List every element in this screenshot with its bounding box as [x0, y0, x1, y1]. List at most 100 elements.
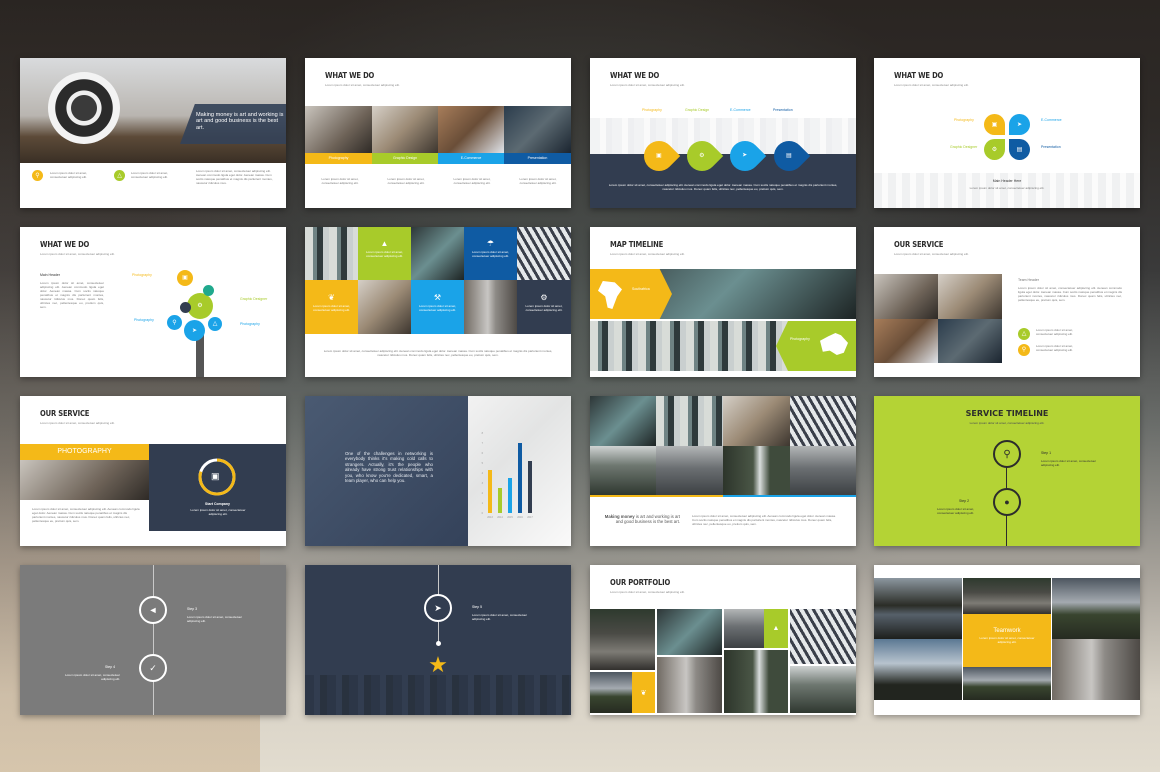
item-text: Lorem ipsum dolor sit amet, consectetuer… [1036, 344, 1074, 352]
tab-label: Photography [328, 156, 349, 160]
tab-text: Lorem ipsum dolor sit amet, consectetuer… [321, 177, 359, 185]
step-label: Step 4 [105, 665, 116, 669]
tile-text: Lorem ipsum dolor sit amet, consectetuer… [365, 250, 403, 258]
gear-icon: ⚙ [540, 293, 548, 302]
leaf-icon: ❦ [632, 672, 655, 713]
tab-e-commerce[interactable]: E-Commerce [438, 153, 504, 164]
slide-6-tile-grid[interactable]: ▲ Lorem ipsum dolor sit amet, consectetue… [305, 227, 571, 377]
tab-text: Lorem ipsum dolor sit amet, consectetuer… [519, 177, 557, 185]
tree-label: Photography [134, 318, 154, 322]
photo-presentation [504, 106, 571, 153]
umbrella-icon: ☂ [486, 239, 495, 248]
photo-photographer [874, 274, 938, 319]
speaker-shape [48, 72, 120, 144]
paper-plane-icon: ➤ [184, 320, 205, 341]
y-tick-label: 2 [482, 492, 484, 495]
slide-1-title-thumbnail[interactable]: Making money is art and working is art a… [20, 58, 286, 208]
photo-designer [372, 106, 438, 153]
step-label: Step 3 [187, 607, 198, 611]
body-text: Lorem ipsum dolor sit amet, consectetuer… [1018, 286, 1122, 302]
service-panel: ▣ Start Company Lorem ipsum dolor sit am… [149, 444, 286, 531]
timeline-end-dot [436, 641, 441, 646]
slide-13-timeline-gray[interactable]: ◄ Step 3 Lorem ipsum dolor sit amet, con… [20, 565, 286, 715]
tab-presentation[interactable]: Presentation [504, 153, 571, 164]
slide-11-photo-collage[interactable]: Making money is art and working is art a… [590, 396, 856, 546]
bar-chart: 0 1 2 3 4 5 6 7 8 2013 2014 2015 2016 2017 [482, 432, 534, 519]
step-text: Lorem ipsum dolor sit amet, consectetuer… [64, 673, 120, 681]
photo-tile [411, 227, 464, 280]
slide-15-our-portfolio[interactable]: OUR PORTFOLIO Lorem ipsum dolor sit amet… [590, 565, 856, 715]
headline-text: Making money is art and working is art a… [196, 112, 284, 131]
y-tick-label: 1 [482, 502, 484, 505]
photo-tile [590, 672, 632, 713]
quote-text: One of the challenges in networking is e… [345, 451, 433, 484]
main-header: Main Header Here [992, 179, 1022, 183]
slide-12-service-timeline[interactable]: SERVICE TIMELINE Lorem ipsum dolor sit a… [874, 396, 1140, 546]
step-label: Step 5 [472, 605, 483, 609]
slide-2-what-we-do-tabs[interactable]: WHAT WE DO Lorem ipsum dolor sit amet, c… [305, 58, 571, 208]
body-text: Lorem ipsum dolor sit amet, consectetuer… [32, 507, 140, 523]
slide-7-map-timeline[interactable]: MAP TIMELINE Lorem ipsum dolor sit amet,… [590, 227, 856, 377]
y-tick-label: 4 [482, 472, 484, 475]
banner-label: PHOTOGRAPHY [57, 448, 112, 455]
slide-9-our-service-photography[interactable]: OUR SERVICE Lorem ipsum dolor sit amet, … [20, 396, 286, 546]
main-header: Main Header [40, 273, 61, 277]
photo-tile [1052, 639, 1140, 700]
photo-designer [938, 274, 1002, 319]
bar-2017 [528, 461, 532, 513]
team-header: Team Header [1018, 278, 1040, 282]
search-icon: ⚲ [1018, 344, 1030, 356]
step-label: Photography [642, 108, 662, 112]
tab-text: Lorem ipsum dolor sit amet, consectetuer… [387, 177, 425, 185]
camera-icon: ▣ [211, 471, 220, 481]
photo-tile [464, 280, 517, 334]
bell-icon: △ [114, 170, 125, 181]
slide-10-quote-chart[interactable]: One of the challenges in networking is e… [305, 396, 571, 546]
bell-icon: △ [208, 317, 222, 331]
tile-umbrella: ☂ Lorem ipsum dolor sit amet, consectetue… [464, 227, 517, 280]
bar-2014 [498, 488, 502, 513]
photo-tile [590, 396, 656, 446]
bar-2013 [488, 470, 492, 513]
wrench-icon: ✓ [139, 654, 167, 682]
slide-5-what-we-do-tree[interactable]: WHAT WE DO Lorem ipsum dolor sit amet, c… [20, 227, 286, 377]
slide-subtitle: Lorem ipsum dolor sit amet, consectetuer… [610, 83, 685, 87]
slide-subtitle: Lorem ipsum dolor sit amet, consectetuer… [969, 421, 1045, 425]
body-text: Lorem ipsum dolor sit amet, consectetuer… [608, 183, 838, 191]
timeline-line [153, 565, 154, 715]
tab-label: Graphic Design [392, 156, 418, 160]
y-tick-label: 8 [482, 432, 484, 435]
photo-tile [305, 227, 358, 280]
x-tick-label: 2013 [487, 516, 493, 519]
gear-icon: ⚙ [984, 139, 1005, 160]
photo-tile [657, 657, 722, 713]
photo-tablet [874, 319, 938, 363]
photo-tile [590, 446, 656, 495]
photo-tile [517, 227, 571, 280]
tab-text: Lorem ipsum dolor sit amet, consectetuer… [453, 177, 491, 185]
step-text: Lorem ipsum dolor sit amet, consectetuer… [1041, 459, 1097, 467]
company-name: Start Company [205, 502, 230, 506]
item-text: Lorem ipsum dolor sit amet, consectetuer… [131, 171, 169, 179]
x-tick-label: 2016 [517, 516, 523, 519]
paper-plane-icon: ➤ [1009, 114, 1030, 135]
photo-tile [963, 667, 1051, 700]
slide-4-what-we-do-petals[interactable]: WHAT WE DO Lorem ipsum dolor sit amet, c… [874, 58, 1140, 208]
tab-photography[interactable]: Photography [305, 153, 372, 164]
x-tick-label: 2017 [527, 516, 533, 519]
slide-8-our-service-grid[interactable]: OUR SERVICE Lorem ipsum dolor sit amet, … [874, 227, 1140, 377]
photo-tile [724, 609, 764, 648]
photo-tile [790, 609, 856, 664]
paper-plane-icon: ➤ [424, 594, 452, 622]
body-text: Lorem ipsum dolor sit amet, consectetuer… [692, 514, 836, 526]
slide-16-teamwork[interactable]: Teamwork Lorem ipsum dolor sit amet, con… [874, 565, 1140, 715]
slide-14-timeline-finish[interactable]: ➤ Step 5 Lorem ipsum dolor sit amet, con… [305, 565, 571, 715]
tab-graphic-design[interactable]: Graphic Design [372, 153, 438, 164]
slide-subtitle: Lorem ipsum dolor sit amet, consectetuer… [40, 252, 115, 256]
slide-3-what-we-do-pins[interactable]: WHAT WE DO Lorem ipsum dolor sit amet, c… [590, 58, 856, 208]
teamwork-panel: Teamwork Lorem ipsum dolor sit amet, con… [963, 614, 1051, 667]
camera-icon: ▣ [984, 114, 1005, 135]
photo-tile [656, 446, 723, 495]
slide-title: WHAT WE DO [40, 240, 90, 249]
company-text: Lorem ipsum dolor sit amet, consectetuer… [190, 508, 246, 516]
